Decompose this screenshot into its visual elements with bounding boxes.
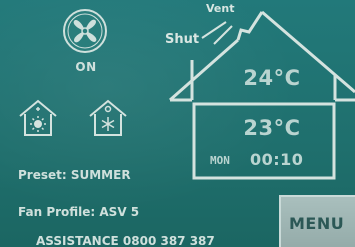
shut-label: Shut bbox=[165, 32, 200, 47]
summer-mode-button[interactable] bbox=[18, 98, 58, 138]
fan-button[interactable] bbox=[62, 8, 108, 54]
outdoor-temperature: 24°C bbox=[243, 66, 301, 90]
fan-status: ON bbox=[75, 60, 97, 74]
house-snowflake-icon bbox=[89, 99, 127, 136]
vent-label: Vent bbox=[206, 2, 235, 15]
day-of-week: MON bbox=[210, 154, 230, 167]
winter-mode-button[interactable] bbox=[88, 98, 128, 138]
thermostat-screen: ON Vent Shut 24°C 23°C MON 00:10 Preset:… bbox=[0, 0, 355, 247]
set-temperature[interactable]: 23°C bbox=[222, 116, 322, 140]
house-sun-icon bbox=[19, 99, 57, 136]
fan-profile-label: Fan Profile: ASV 5 bbox=[18, 205, 140, 219]
fan-icon bbox=[63, 9, 107, 53]
menu-button[interactable]: MENU bbox=[279, 195, 355, 247]
preset-label: Preset: SUMMER bbox=[18, 168, 131, 182]
menu-label: MENU bbox=[289, 214, 345, 233]
assistance-phone: ASSISTANCE 0800 387 387 bbox=[36, 234, 215, 247]
clock-time: 00:10 bbox=[250, 150, 304, 169]
